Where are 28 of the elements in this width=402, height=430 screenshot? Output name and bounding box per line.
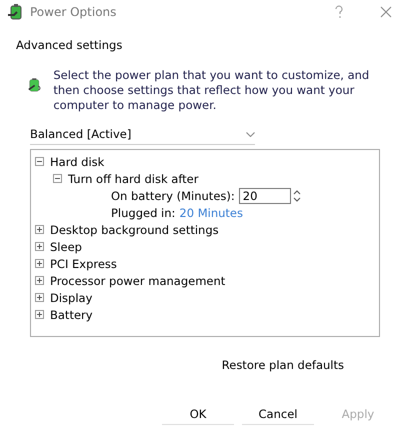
- page-title: Advanced settings: [16, 38, 122, 52]
- window-title: Power Options: [30, 5, 118, 19]
- expand-icon[interactable]: [35, 242, 44, 251]
- tree-item[interactable]: Processor power management: [50, 274, 226, 288]
- collapse-icon[interactable]: [53, 174, 62, 183]
- expand-icon[interactable]: [35, 293, 44, 302]
- expand-icon[interactable]: [35, 259, 44, 268]
- tree-item[interactable]: Hard disk: [50, 154, 104, 168]
- collapse-icon[interactable]: [35, 157, 44, 166]
- expand-icon[interactable]: [35, 310, 44, 319]
- spin-arrows-icon[interactable]: [292, 188, 302, 202]
- battery-plug-icon: [8, 4, 24, 20]
- tree-item[interactable]: Battery: [50, 308, 93, 322]
- minutes-spin-field[interactable]: 20: [238, 188, 291, 204]
- tree-item[interactable]: Sleep: [50, 240, 82, 254]
- plan-dropdown[interactable]: Balanced [Active]: [30, 125, 255, 145]
- intro-text: Select the power plan that you want to customize, and then choose settings that reflect how you want your computer to manage power.: [53, 68, 370, 113]
- tree-item[interactable]: Display: [50, 290, 92, 304]
- tree-item[interactable]: PCI Express: [50, 256, 117, 270]
- tree-item[interactable]: Turn off hard disk after: [68, 172, 198, 186]
- setting-value-link[interactable]: 20 Minutes: [179, 206, 243, 220]
- close-icon[interactable]: [380, 6, 392, 18]
- setting-label: On battery (Minutes):: [111, 188, 235, 202]
- expand-icon[interactable]: [35, 225, 44, 234]
- caret-icon: [246, 132, 255, 136]
- tree-item[interactable]: Desktop background settings: [50, 222, 219, 236]
- expand-icon[interactable]: [35, 276, 44, 285]
- setting-label: Plugged in:: [111, 206, 176, 220]
